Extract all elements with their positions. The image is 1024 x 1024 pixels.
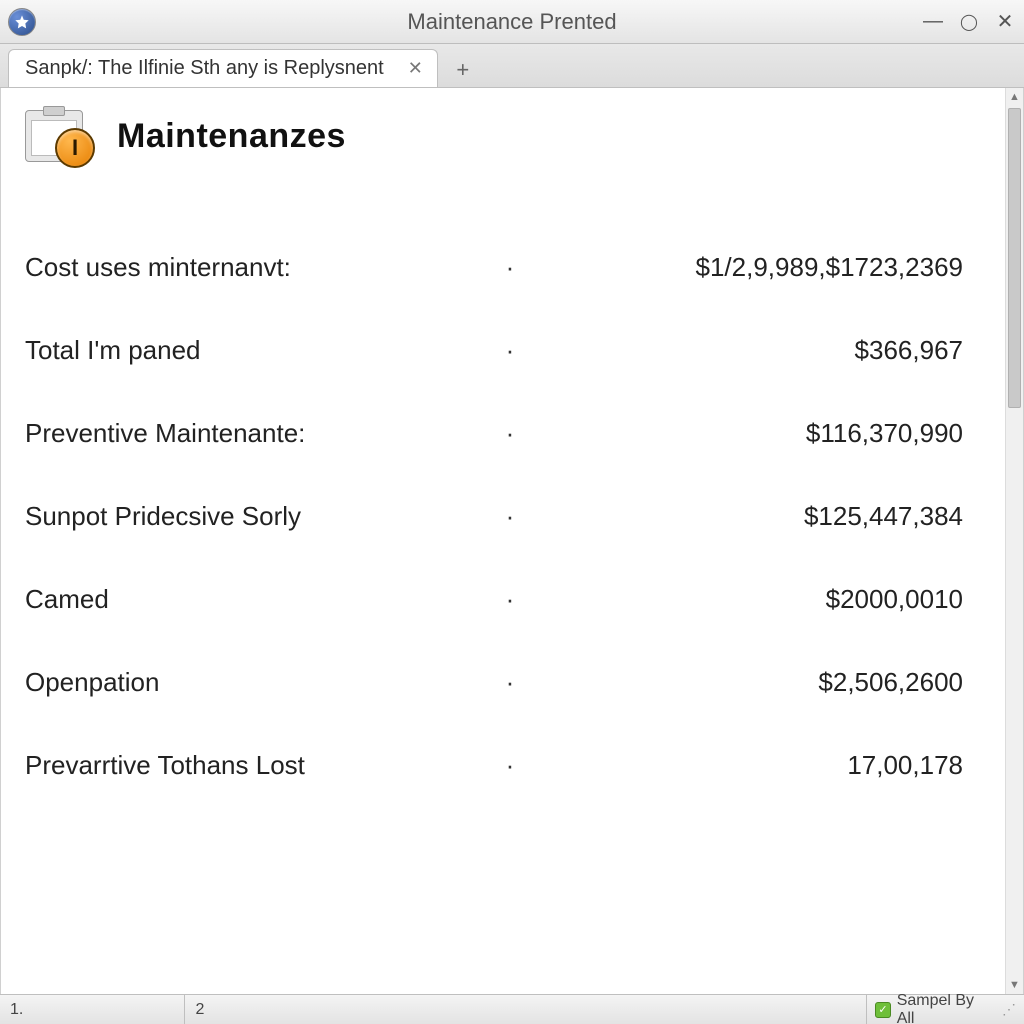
window-title: Maintenance Prented bbox=[0, 9, 1024, 35]
content-area: I Maintenanzes Cost uses minternanvt: · … bbox=[0, 88, 1024, 994]
row-separator: · bbox=[495, 335, 525, 366]
row-label: Prevarrtive Tothans Lost bbox=[25, 750, 495, 781]
status-page-1[interactable]: 1. bbox=[0, 995, 185, 1024]
row-separator: · bbox=[495, 584, 525, 615]
document-body: I Maintenanzes Cost uses minternanvt: · … bbox=[1, 88, 1005, 994]
scroll-thumb[interactable] bbox=[1008, 108, 1021, 408]
titlebar: Maintenance Prented — ◯ ✕ bbox=[0, 0, 1024, 44]
maintenance-clipboard-icon: I bbox=[25, 106, 97, 166]
list-item: Total I'm paned · $366,967 bbox=[25, 309, 981, 392]
row-separator: · bbox=[495, 750, 525, 781]
row-value: $366,967 bbox=[525, 335, 973, 366]
scroll-up-icon[interactable]: ▲ bbox=[1006, 88, 1023, 106]
list-item: Sunpot Pridecsive Sorly · $125,447,384 bbox=[25, 475, 981, 558]
tab-strip: Sanpk/: The Ilfinie Sth any is Replysnen… bbox=[0, 44, 1024, 88]
tab-close-icon[interactable]: ✕ bbox=[408, 58, 423, 79]
info-badge-icon: I bbox=[55, 128, 95, 168]
row-value: $2000,0010 bbox=[525, 584, 973, 615]
tab-label: Sanpk/: The Ilfinie Sth any is Replysnen… bbox=[25, 57, 384, 80]
status-right: ✓ Sampel By All ⋰ bbox=[867, 992, 1024, 1024]
row-label: Total I'm paned bbox=[25, 335, 495, 366]
status-right-label: Sampel By All bbox=[897, 992, 992, 1024]
tab-active[interactable]: Sanpk/: The Ilfinie Sth any is Replysnen… bbox=[8, 49, 438, 87]
status-bar: 1. 2 ✓ Sampel By All ⋰ bbox=[0, 994, 1024, 1024]
row-label: Openpation bbox=[25, 667, 495, 698]
row-separator: · bbox=[495, 501, 525, 532]
check-icon: ✓ bbox=[875, 1002, 891, 1018]
list-item: Openpation · $2,506,2600 bbox=[25, 641, 981, 724]
window-controls: — ◯ ✕ bbox=[922, 9, 1016, 34]
row-value: $2,506,2600 bbox=[525, 667, 973, 698]
page-title: Maintenanzes bbox=[117, 117, 346, 156]
row-label: Cost uses minternanvt: bbox=[25, 252, 495, 283]
row-value: 17,00,178 bbox=[525, 750, 973, 781]
list-item: Preventive Maintenante: · $116,370,990 bbox=[25, 392, 981, 475]
vertical-scrollbar[interactable]: ▲ ▼ bbox=[1005, 88, 1023, 994]
minimize-button[interactable]: — bbox=[922, 10, 944, 33]
cost-summary-list: Cost uses minternanvt: · $1/2,9,989,$172… bbox=[25, 226, 981, 807]
scroll-down-icon[interactable]: ▼ bbox=[1006, 976, 1023, 994]
row-value: $116,370,990 bbox=[525, 418, 973, 449]
resize-grip-icon[interactable]: ⋰ bbox=[1002, 1001, 1016, 1018]
list-item: Cost uses minternanvt: · $1/2,9,989,$172… bbox=[25, 226, 981, 309]
row-separator: · bbox=[495, 252, 525, 283]
app-star-icon bbox=[8, 8, 36, 36]
row-separator: · bbox=[495, 667, 525, 698]
row-value: $125,447,384 bbox=[525, 501, 973, 532]
row-label: Sunpot Pridecsive Sorly bbox=[25, 501, 495, 532]
close-button[interactable]: ✕ bbox=[994, 9, 1016, 34]
row-value: $1/2,9,989,$1723,2369 bbox=[525, 252, 973, 283]
maximize-button[interactable]: ◯ bbox=[958, 12, 980, 32]
page-header: I Maintenanzes bbox=[25, 106, 981, 166]
status-page-2[interactable]: 2 bbox=[185, 995, 867, 1024]
list-item: Prevarrtive Tothans Lost · 17,00,178 bbox=[25, 724, 981, 807]
row-label: Preventive Maintenante: bbox=[25, 418, 495, 449]
list-item: Camed · $2000,0010 bbox=[25, 558, 981, 641]
row-separator: · bbox=[495, 418, 525, 449]
row-label: Camed bbox=[25, 584, 495, 615]
new-tab-button[interactable]: + bbox=[446, 53, 480, 87]
